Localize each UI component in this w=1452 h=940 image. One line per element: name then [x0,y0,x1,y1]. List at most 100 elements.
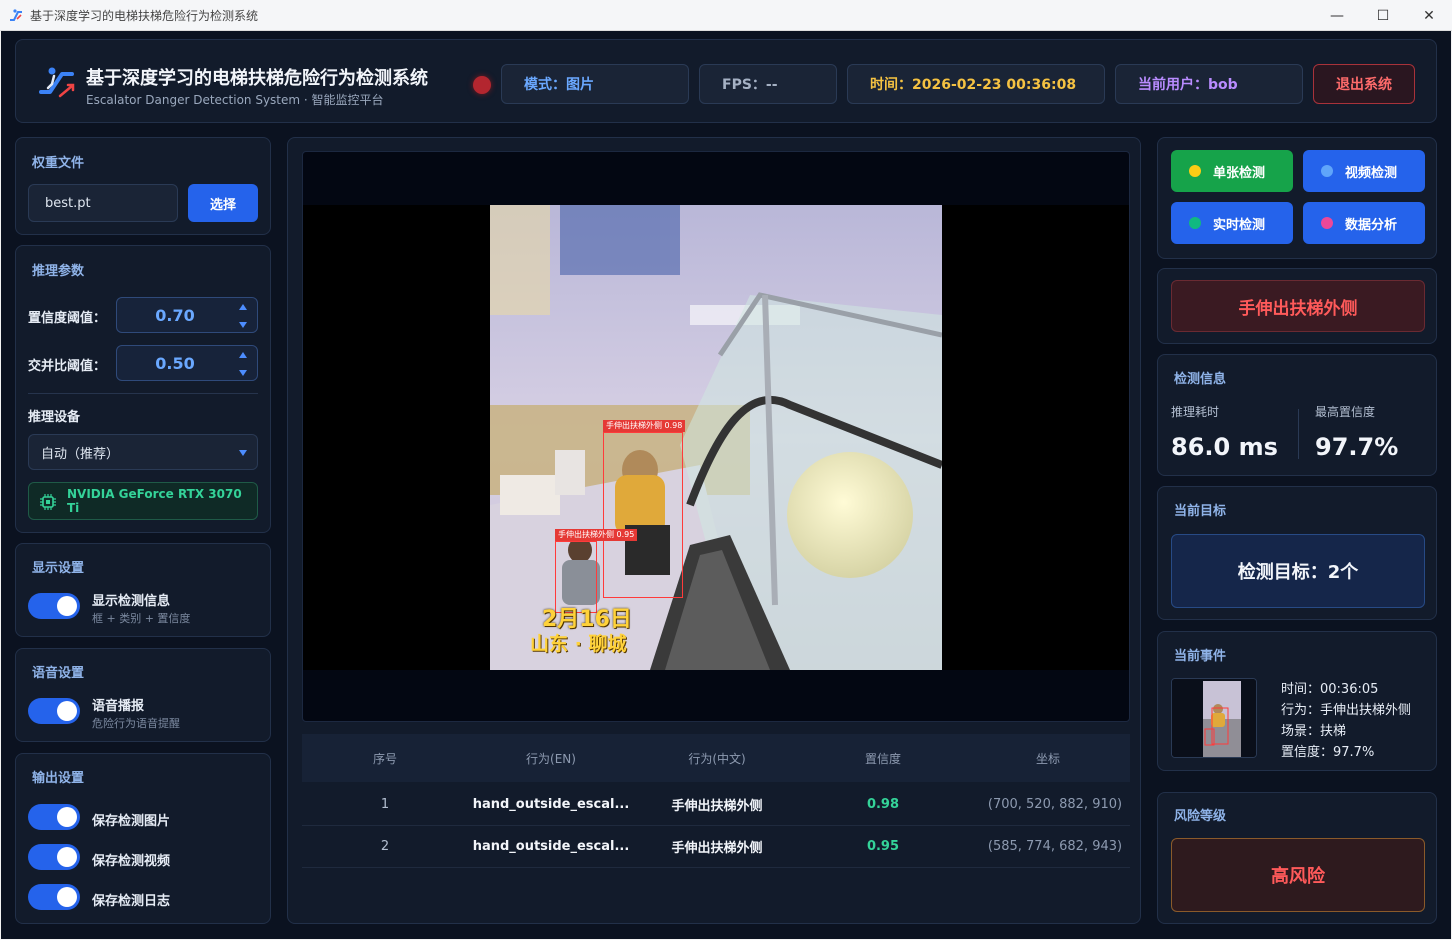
escalator-logo-icon [38,62,78,102]
target-count: 检测目标：2个 [1171,534,1425,608]
show-info-label: 显示检测信息 [92,594,171,609]
save-log-toggle[interactable] [28,884,80,910]
cell-coords: (700, 520, 882, 910) [987,797,1123,812]
fps-indicator: FPS：-- [699,64,837,104]
detection-box-label: 手伸出扶梯外侧 0.98 [603,420,686,432]
voice-title: 语音设置 [32,666,85,681]
current-user: 当前用户：bob [1115,64,1303,104]
params-divider [28,393,258,394]
save-log-label: 保存检测日志 [92,894,171,909]
green-dot-icon [1189,217,1201,229]
cell-behavior-cn: 手伸出扶梯外侧 [671,799,763,814]
show-info-toggle[interactable] [28,593,80,619]
max-conf-label: 最高置信度 [1315,405,1376,419]
voice-sub: 危险行为语音提醒 [92,717,180,730]
chevron-down-icon [239,450,247,456]
max-conf-value: 97.7% [1315,433,1399,461]
weights-panel: 权重文件 best.pt 选择 [15,137,271,235]
weights-file-field[interactable]: best.pt [28,184,178,222]
iou-down-arrow-icon[interactable] [239,370,247,376]
app-subtitle: Escalator Danger Detection System · 智能监控… [86,93,384,107]
behavior-alert: 手伸出扶梯外侧 [1171,280,1425,332]
table-row[interactable]: 1 hand_outside_escal... 手伸出扶梯外侧 0.98 (70… [302,784,1130,826]
output-settings-panel: 输出设置 保存检测图片 保存检测视频 保存检测日志 [15,753,271,924]
save-image-label: 保存检测图片 [92,814,171,829]
voice-toggle[interactable] [28,698,80,724]
toggle-knob [57,807,77,827]
detection-box: 手伸出扶梯外侧 0.98 [603,420,686,598]
detection-center-panel: 手伸出扶梯外侧 0.98 手伸出扶梯外侧 0.95 2月16日 山东 · 聊城 … [287,137,1141,924]
inference-params-panel: 推理参数 置信度阈值： 0.70 交并比阈值： 0.50 推理设备 自动（推荐） [15,245,271,533]
iou-up-arrow-icon[interactable] [239,352,247,358]
single-detect-button[interactable]: 单张检测 [1171,150,1293,192]
conf-down-arrow-icon[interactable] [239,322,247,328]
event-confidence: 置信度：97.7% [1281,745,1375,760]
output-title: 输出设置 [32,771,85,786]
weights-title: 权重文件 [32,156,85,171]
app-root: 基于深度学习的电梯扶梯危险行为检测系统 Escalator Danger Det… [1,31,1451,939]
data-analysis-button[interactable]: 数据分析 [1303,202,1425,244]
image-viewer[interactable]: 手伸出扶梯外侧 0.98 手伸出扶梯外侧 0.95 2月16日 山东 · 聊城 [302,151,1130,722]
table-row[interactable]: 2 hand_outside_escal... 手伸出扶梯外侧 0.95 (58… [302,826,1130,868]
save-video-label: 保存检测视频 [92,854,171,869]
app-title: 基于深度学习的电梯扶梯危险行为检测系统 [86,68,428,89]
event-title: 当前事件 [1174,649,1227,664]
current-target-panel: 当前目标 检测目标：2个 [1157,486,1437,620]
gpu-badge: NVIDIA GeForce RTX 3070 Ti [28,482,258,520]
risk-level-value: 高风险 [1171,838,1425,912]
toggle-knob [57,847,77,867]
save-image-toggle[interactable] [28,804,80,830]
current-event-panel: 当前事件 时间：00:36:05 行为：手伸出扶梯外侧 场景：扶梯 置信度：97… [1157,631,1437,771]
time-indicator: 时间：2026-02-23 00:36:08 [847,64,1105,104]
iou-threshold-spinbox[interactable]: 0.50 [116,345,258,381]
toggle-knob [57,701,77,721]
risk-level-panel: 风险等级 高风险 [1157,792,1437,924]
detection-box-label: 手伸出扶梯外侧 0.95 [555,529,638,541]
conf-up-arrow-icon[interactable] [239,304,247,310]
col-header-behavior-en: 行为(EN) [526,751,576,766]
cell-confidence: 0.98 [866,797,900,812]
toggle-knob [57,596,77,616]
alert-panel: 手伸出扶梯外侧 [1157,268,1437,344]
display-settings-panel: 显示设置 显示检测信息 框 + 类别 + 置信度 [15,543,271,637]
image-caption-place: 山东 · 聊城 [530,633,627,655]
cell-index: 1 [380,797,390,812]
detection-image: 手伸出扶梯外侧 0.98 手伸出扶梯外侧 0.95 2月16日 山东 · 聊城 [490,205,942,670]
window-titlebar: 基于深度学习的电梯扶梯危险行为检测系统 — ☐ ✕ [0,0,1452,31]
infer-time-value: 86.0 ms [1171,433,1278,461]
infer-time-label: 推理耗时 [1171,405,1220,419]
col-header-behavior-cn: 行为(中文) [688,751,746,766]
realtime-detect-button[interactable]: 实时检测 [1171,202,1293,244]
detection-info-panel: 检测信息 推理耗时 86.0 ms 最高置信度 97.7% [1157,354,1437,476]
event-thumbnail[interactable] [1171,678,1257,758]
event-time: 时间：00:36:05 [1281,682,1379,697]
yellow-dot-icon [1189,165,1201,177]
status-indicator [473,76,491,94]
params-title: 推理参数 [32,264,85,279]
select-weights-button[interactable]: 选择 [188,184,258,222]
conf-threshold-value: 0.70 [155,305,195,325]
close-button[interactable]: ✕ [1406,0,1452,31]
cell-coords: (585, 774, 682, 943) [987,839,1123,854]
info-divider [1298,409,1299,459]
video-detect-button[interactable]: 视频检测 [1303,150,1425,192]
logout-button[interactable]: 退出系统 [1313,64,1415,104]
pink-dot-icon [1321,217,1333,229]
conf-threshold-label: 置信度阈值： [28,311,107,326]
col-header-index: 序号 [372,751,397,766]
info-title: 检测信息 [1174,372,1227,387]
single-detect-label: 单张检测 [1213,165,1266,181]
realtime-detect-label: 实时检测 [1213,217,1266,233]
iou-threshold-label: 交并比阈值： [28,359,107,374]
mode-buttons-panel: 单张检测 视频检测 实时检测 数据分析 [1157,137,1437,259]
minimize-button[interactable]: — [1314,0,1360,31]
blue-dot-icon [1321,165,1333,177]
maximize-button[interactable]: ☐ [1360,0,1406,31]
event-scene: 场景：扶梯 [1281,724,1347,739]
conf-threshold-spinbox[interactable]: 0.70 [116,297,258,333]
table-header: 序号 行为(EN) 行为(中文) 置信度 坐标 [302,734,1130,782]
device-select[interactable]: 自动（推荐） [28,434,258,470]
chip-icon [39,493,57,511]
target-title: 当前目标 [1174,504,1227,519]
save-video-toggle[interactable] [28,844,80,870]
